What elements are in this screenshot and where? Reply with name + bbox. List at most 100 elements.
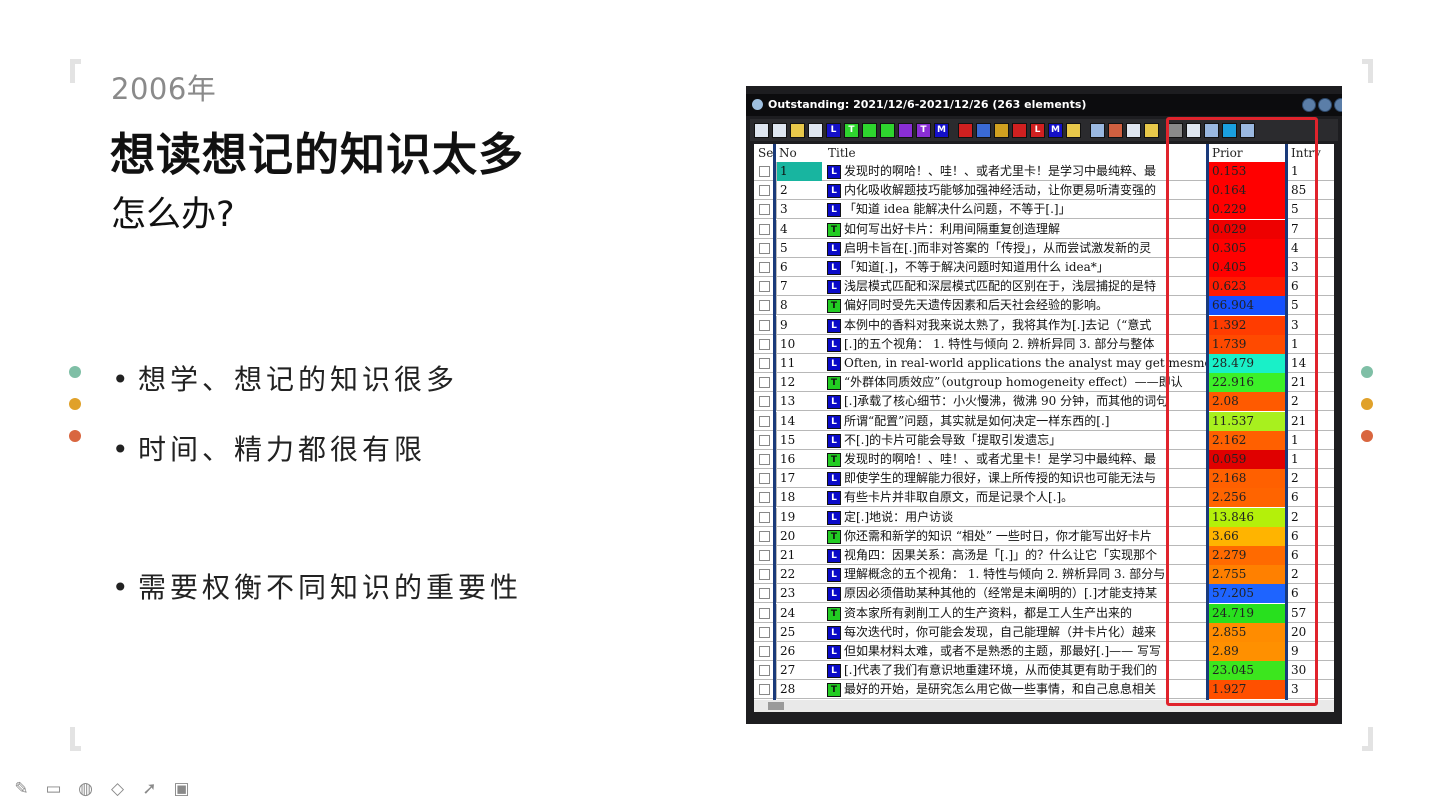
row-number: 21 [776,546,822,565]
square-icon[interactable] [880,122,895,138]
corner-top-left [70,59,81,83]
scrollbar-thumb[interactable] [768,702,784,710]
screen-icon[interactable]: ▣ [170,778,193,801]
row-number: 15 [776,430,822,450]
row-number: 1 [776,162,822,181]
side-dot [69,430,81,442]
row-checkbox[interactable] [759,319,770,331]
row-checkbox[interactable] [759,454,770,465]
row-title: 每次迭代时，你可能会发现，自己能理解（并卡片化）越来 [844,624,1157,639]
item-icon: L [827,280,841,295]
M2-icon[interactable]: M [1048,122,1063,138]
row-checkbox[interactable] [759,338,770,350]
row-title: 资本家所有剥削工人的生产资料，都是工人生产出来的 [844,605,1133,620]
arrow-icon[interactable] [994,122,1009,138]
books-icon[interactable] [790,122,805,138]
row-checkbox[interactable] [759,492,770,504]
purple-icon[interactable] [898,122,913,138]
window-icon[interactable]: ▭ [42,778,65,801]
row-checkbox[interactable] [759,588,770,600]
row-checkbox[interactable] [759,646,770,657]
row-checkbox[interactable] [759,300,770,312]
row-number: 2 [776,181,822,201]
slide-subtitle: 怎么办? [111,195,235,235]
row-checkbox[interactable] [759,530,770,542]
grid-icon[interactable] [808,122,823,138]
row-number: 13 [776,392,822,412]
row-checkbox[interactable] [759,626,770,638]
row-checkbox[interactable] [759,434,770,446]
row-number: 26 [776,642,822,661]
row-number: 9 [776,315,822,335]
dice-icon[interactable] [1126,122,1141,138]
row-checkbox[interactable] [759,665,770,677]
minimize-button[interactable] [1302,98,1316,112]
row-number: 3 [776,200,822,220]
row-number: 10 [776,334,822,354]
M-icon[interactable]: M [934,122,949,138]
row-checkbox[interactable] [759,473,770,485]
row-title: 理解概念的五个视角： 1. 特性与倾向 2. 辨析异同 3. 部分与 [844,567,1166,582]
row-checkbox[interactable] [759,281,770,293]
L2-icon[interactable]: L [1030,122,1045,138]
check-icon[interactable] [862,122,877,138]
row-title: 发现时的啊哈！、哇！、或者尤里卡！是学习中最纯粹、最 [844,452,1157,466]
row-title: 如何写出好卡片：利用间隔重复创造理解 [844,221,1061,236]
maximize-button[interactable] [1318,98,1332,112]
list-icon[interactable] [754,122,769,138]
row-number: 5 [776,238,822,258]
row-checkbox[interactable] [759,550,770,561]
row-checkbox[interactable] [759,396,770,408]
row-checkbox[interactable] [759,569,770,581]
corner-top-right [1362,59,1373,83]
palette-icon[interactable]: ◍ [74,778,97,801]
row-title: 「知道[.]，不等于解决问题时知道用什么 idea*」 [844,260,1109,274]
col-se[interactable]: Se [758,146,773,160]
eraser-icon[interactable] [958,122,973,138]
print-icon[interactable] [1144,122,1159,138]
flag-icon[interactable] [1012,122,1027,138]
sort-icon[interactable] [976,122,991,138]
doc-icon[interactable] [772,122,787,138]
topic-icon: T [827,376,841,391]
row-number: 4 [776,219,822,239]
row-checkbox[interactable] [759,166,770,177]
col-no[interactable]: No [779,146,797,160]
row-checkbox[interactable] [759,511,770,523]
row-title: 有些卡片并非取自原文，而是记录个人[.]。 [844,490,1074,505]
row-number: 6 [776,258,822,277]
row-number: 24 [776,603,822,623]
row-checkbox[interactable] [759,223,770,235]
cursor-icon[interactable]: ➚ [138,778,161,801]
col-title[interactable]: Title [828,146,856,160]
L-icon[interactable]: L [826,122,841,138]
row-checkbox[interactable] [759,242,770,254]
row-number: 25 [776,622,822,642]
row-checkbox[interactable] [759,185,770,197]
image-icon[interactable] [1108,122,1123,138]
item-icon: L [827,261,841,275]
pen-icon[interactable]: ✎ [10,778,33,801]
row-title: 最好的开始，是研究怎么用它做一些事情，和自己息息相关 [844,682,1157,697]
row-checkbox[interactable] [759,204,770,216]
item-icon: L [827,165,841,179]
row-checkbox[interactable] [759,607,770,619]
row-checkbox[interactable] [759,262,770,273]
row-checkbox[interactable] [759,377,770,389]
eraser-icon[interactable]: ◇ [106,778,129,801]
close-button[interactable] [1334,98,1342,112]
slide-title: 想读想记的知识太多 [110,128,525,181]
row-title: 启明卡旨在[.]而非对答案的「传授」，从而尝试激发新的灵 [844,240,1152,255]
side-dot [69,366,81,378]
T2-icon[interactable]: T [916,122,931,138]
topic-icon: T [827,529,841,544]
item-icon: L [827,337,841,352]
row-checkbox[interactable] [759,684,770,696]
T-icon[interactable]: T [844,122,859,138]
presentation-toolbar: ✎ ▭ ◍ ◇ ➚ ▣ [10,778,193,801]
row-checkbox[interactable] [759,358,770,369]
tiles-icon[interactable] [1066,122,1081,138]
bullet-item: • 想学、想记的知识很多 [112,358,458,398]
window-icon[interactable] [1090,122,1105,138]
row-checkbox[interactable] [759,415,770,427]
